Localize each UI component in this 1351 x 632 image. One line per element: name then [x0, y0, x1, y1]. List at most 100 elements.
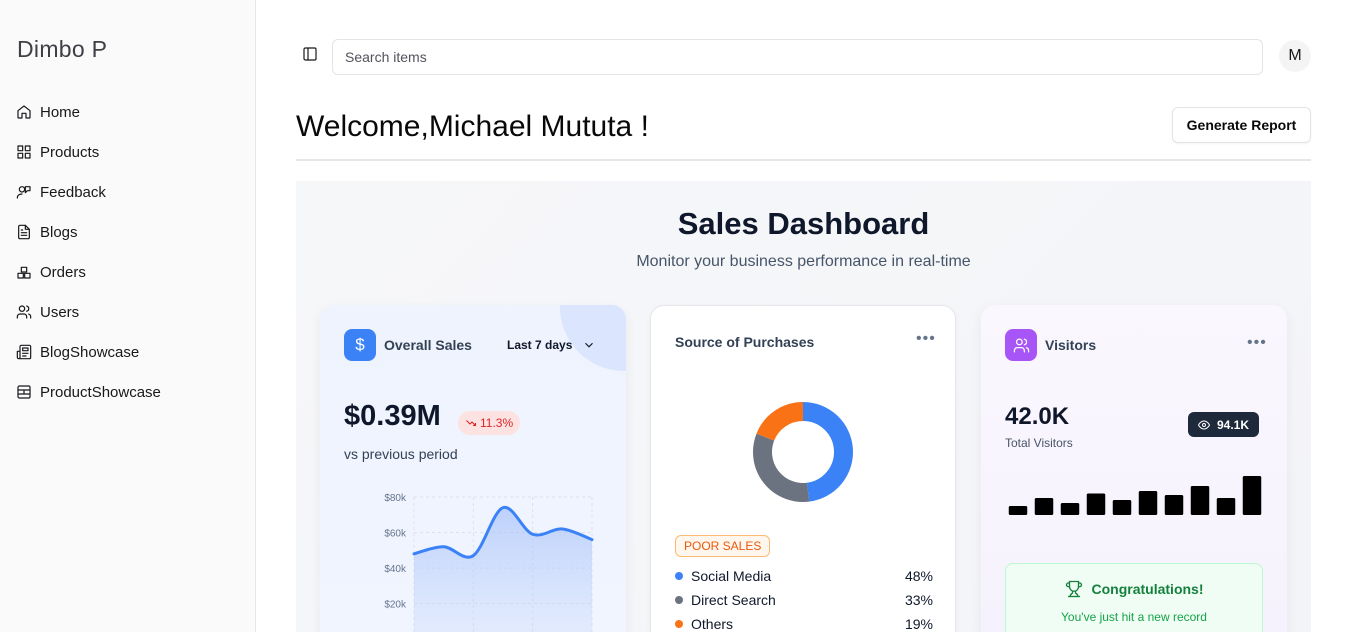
layout-icon [16, 384, 32, 400]
visitors-card: Visitors ••• 42.0K Total Visitors 94.1K … [981, 305, 1287, 632]
users-icon [1005, 329, 1037, 361]
legend-item: Direct Search 33% [675, 588, 933, 612]
bar [1034, 498, 1054, 515]
chevron-down-icon [585, 342, 594, 348]
donut-slice [756, 402, 804, 442]
bar [1190, 486, 1210, 515]
dashboard-title: Sales Dashboard [677, 206, 930, 241]
sidebar-item-users[interactable]: Users [16, 292, 161, 332]
more-options-icon[interactable]: ••• [916, 330, 936, 348]
legend-pct: 19% [904, 616, 933, 632]
sidebar: Dimbo P Home Products Feedback Blogs Ord… [0, 0, 256, 632]
sidebar-item-products[interactable]: Products [16, 132, 161, 172]
bar [1216, 498, 1236, 515]
divider [296, 159, 1311, 161]
period-dropdown[interactable]: Last 7 days [507, 338, 596, 352]
legend-name: Social Media [691, 568, 772, 584]
bar [1138, 491, 1158, 515]
bar [1112, 500, 1132, 515]
brand-name: Dimbo P [17, 36, 108, 62]
donut-slice [802, 402, 853, 502]
legend-item: Others 19% [675, 612, 933, 632]
congrats-text: You've just hit a new record [1061, 610, 1207, 624]
newspaper-icon [16, 344, 32, 360]
total-visitors-label: Total Visitors [1005, 436, 1073, 450]
overall-sales-card: $ Overall Sales Last 7 days $0.39M 11.3%… [320, 305, 626, 632]
sidebar-item-label: Home [40, 103, 81, 121]
change-value: 11.3% [480, 416, 514, 430]
congrats-banner: Congratulations! You've just hit a new r… [1005, 563, 1263, 632]
views-value: 94.1K [1217, 417, 1250, 432]
grid-icon [16, 144, 32, 160]
eye-icon [1198, 419, 1210, 430]
legend-dot [675, 572, 683, 580]
legend-name: Direct Search [691, 592, 776, 608]
purchases-donut-chart [753, 402, 853, 502]
sales-area-chart: $80k $60k $40k $20k [384, 493, 594, 632]
legend-dot [675, 596, 683, 604]
sidebar-item-label: Orders [40, 263, 86, 281]
orders-icon [16, 264, 32, 280]
legend-dot [675, 620, 683, 628]
y-tick-label: $40k [384, 564, 407, 575]
avatar[interactable]: M [1279, 40, 1311, 72]
sidebar-item-label: BlogShowcase [40, 343, 140, 361]
legend-name: Others [691, 616, 734, 632]
bar [1164, 495, 1184, 515]
legend-pct: 33% [904, 592, 933, 608]
bar [1008, 506, 1028, 515]
change-badge: 11.3% [458, 411, 521, 435]
y-tick-label: $80k [384, 493, 407, 504]
dollar-icon: $ [344, 329, 376, 361]
congrats-heading: Congratulations! [1006, 580, 1262, 598]
bar [1086, 493, 1106, 515]
trophy-icon [1065, 580, 1082, 598]
sidebar-item-productshowcase[interactable]: ProductShowcase [16, 372, 161, 412]
panel-left-icon [303, 47, 317, 61]
more-options-icon[interactable]: ••• [1247, 334, 1267, 352]
views-badge: 94.1K [1188, 412, 1260, 437]
generate-report-button[interactable]: Generate Report [1172, 107, 1311, 143]
card-title: Visitors [1045, 337, 1097, 353]
bar [1242, 476, 1262, 515]
search-input[interactable] [332, 39, 1263, 75]
card-title: Overall Sales [384, 337, 472, 353]
sidebar-item-label: Users [40, 303, 80, 321]
sidebar-item-label: Blogs [40, 223, 78, 241]
area-fill [414, 507, 592, 632]
bar [1060, 503, 1080, 515]
sales-dashboard: Sales Dashboard Monitor your business pe… [296, 181, 1311, 632]
period-label: Last 7 days [507, 338, 573, 352]
dashboard-subtitle: Monitor your business performance in rea… [636, 253, 971, 270]
sidebar-item-label: Products [40, 143, 100, 161]
page-title: Welcome,Michael Mututa ! [296, 110, 649, 143]
sidebar-item-feedback[interactable]: Feedback [16, 172, 161, 212]
donut-slice [753, 433, 810, 502]
users-icon [16, 304, 32, 320]
sidebar-item-home[interactable]: Home [16, 92, 161, 132]
sidebar-nav: Home Products Feedback Blogs Orders User… [16, 92, 161, 412]
purchases-card: Source of Purchases ••• POOR SALES Socia… [650, 305, 956, 632]
trend-down-icon [466, 420, 477, 427]
home-icon [16, 104, 32, 120]
feedback-icon [16, 184, 32, 200]
purchases-legend: Social Media 48% Direct Search 33% Other… [675, 564, 933, 632]
sidebar-item-label: ProductShowcase [40, 383, 161, 401]
sidebar-item-label: Feedback [40, 183, 106, 201]
total-visitors-value: 42.0K [1005, 403, 1070, 430]
card-title: Source of Purchases [675, 334, 815, 350]
sidebar-toggle-button[interactable] [300, 44, 320, 64]
comparison-label: vs previous period [344, 446, 458, 462]
sidebar-item-blogshowcase[interactable]: BlogShowcase [16, 332, 161, 372]
legend-item: Social Media 48% [675, 564, 933, 588]
legend-pct: 48% [904, 568, 933, 584]
sidebar-item-blogs[interactable]: Blogs [16, 212, 161, 252]
y-tick-label: $20k [384, 600, 407, 611]
status-badge: POOR SALES [675, 535, 771, 557]
visitors-bar-chart [1008, 476, 1262, 515]
sales-amount: $0.39M [344, 400, 441, 432]
y-tick-label: $60k [384, 529, 407, 540]
sidebar-item-orders[interactable]: Orders [16, 252, 161, 292]
congrats-title: Congratulations! [1091, 581, 1204, 597]
file-text-icon [16, 224, 32, 240]
